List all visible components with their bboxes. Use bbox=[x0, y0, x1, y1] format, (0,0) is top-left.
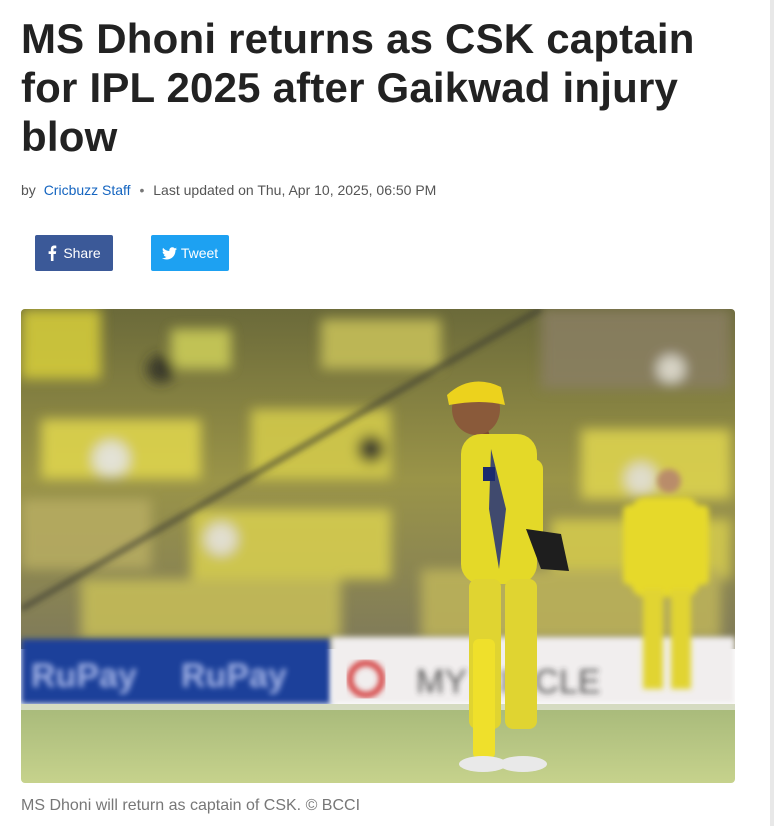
facebook-share-button[interactable]: Share bbox=[35, 235, 113, 271]
svg-text:RuPay: RuPay bbox=[181, 657, 287, 695]
twitter-icon bbox=[161, 246, 177, 260]
facebook-share-label: Share bbox=[63, 245, 101, 261]
twitter-tweet-button[interactable]: Tweet bbox=[151, 235, 229, 271]
twitter-tweet-label: Tweet bbox=[180, 245, 219, 261]
byline-prefix: by bbox=[21, 182, 36, 198]
article: MS Dhoni returns as CSK captain for IPL … bbox=[21, 0, 741, 198]
last-updated: Last updated on Thu, Apr 10, 2025, 06:50… bbox=[153, 182, 437, 198]
banner-left-text: RuPay bbox=[31, 657, 137, 695]
article-photo: RuPay RuPay MY CIRCLE bbox=[21, 309, 735, 783]
article-headline: MS Dhoni returns as CSK captain for IPL … bbox=[21, 15, 695, 160]
byline: by Cricbuzz Staff • Last updated on Thu,… bbox=[21, 182, 741, 198]
facebook-icon bbox=[47, 245, 57, 261]
photo-caption: MS Dhoni will return as captain of CSK. … bbox=[21, 797, 361, 814]
author-link[interactable]: Cricbuzz Staff bbox=[44, 182, 131, 198]
byline-separator: • bbox=[139, 182, 145, 198]
scrollbar[interactable] bbox=[770, 0, 774, 826]
